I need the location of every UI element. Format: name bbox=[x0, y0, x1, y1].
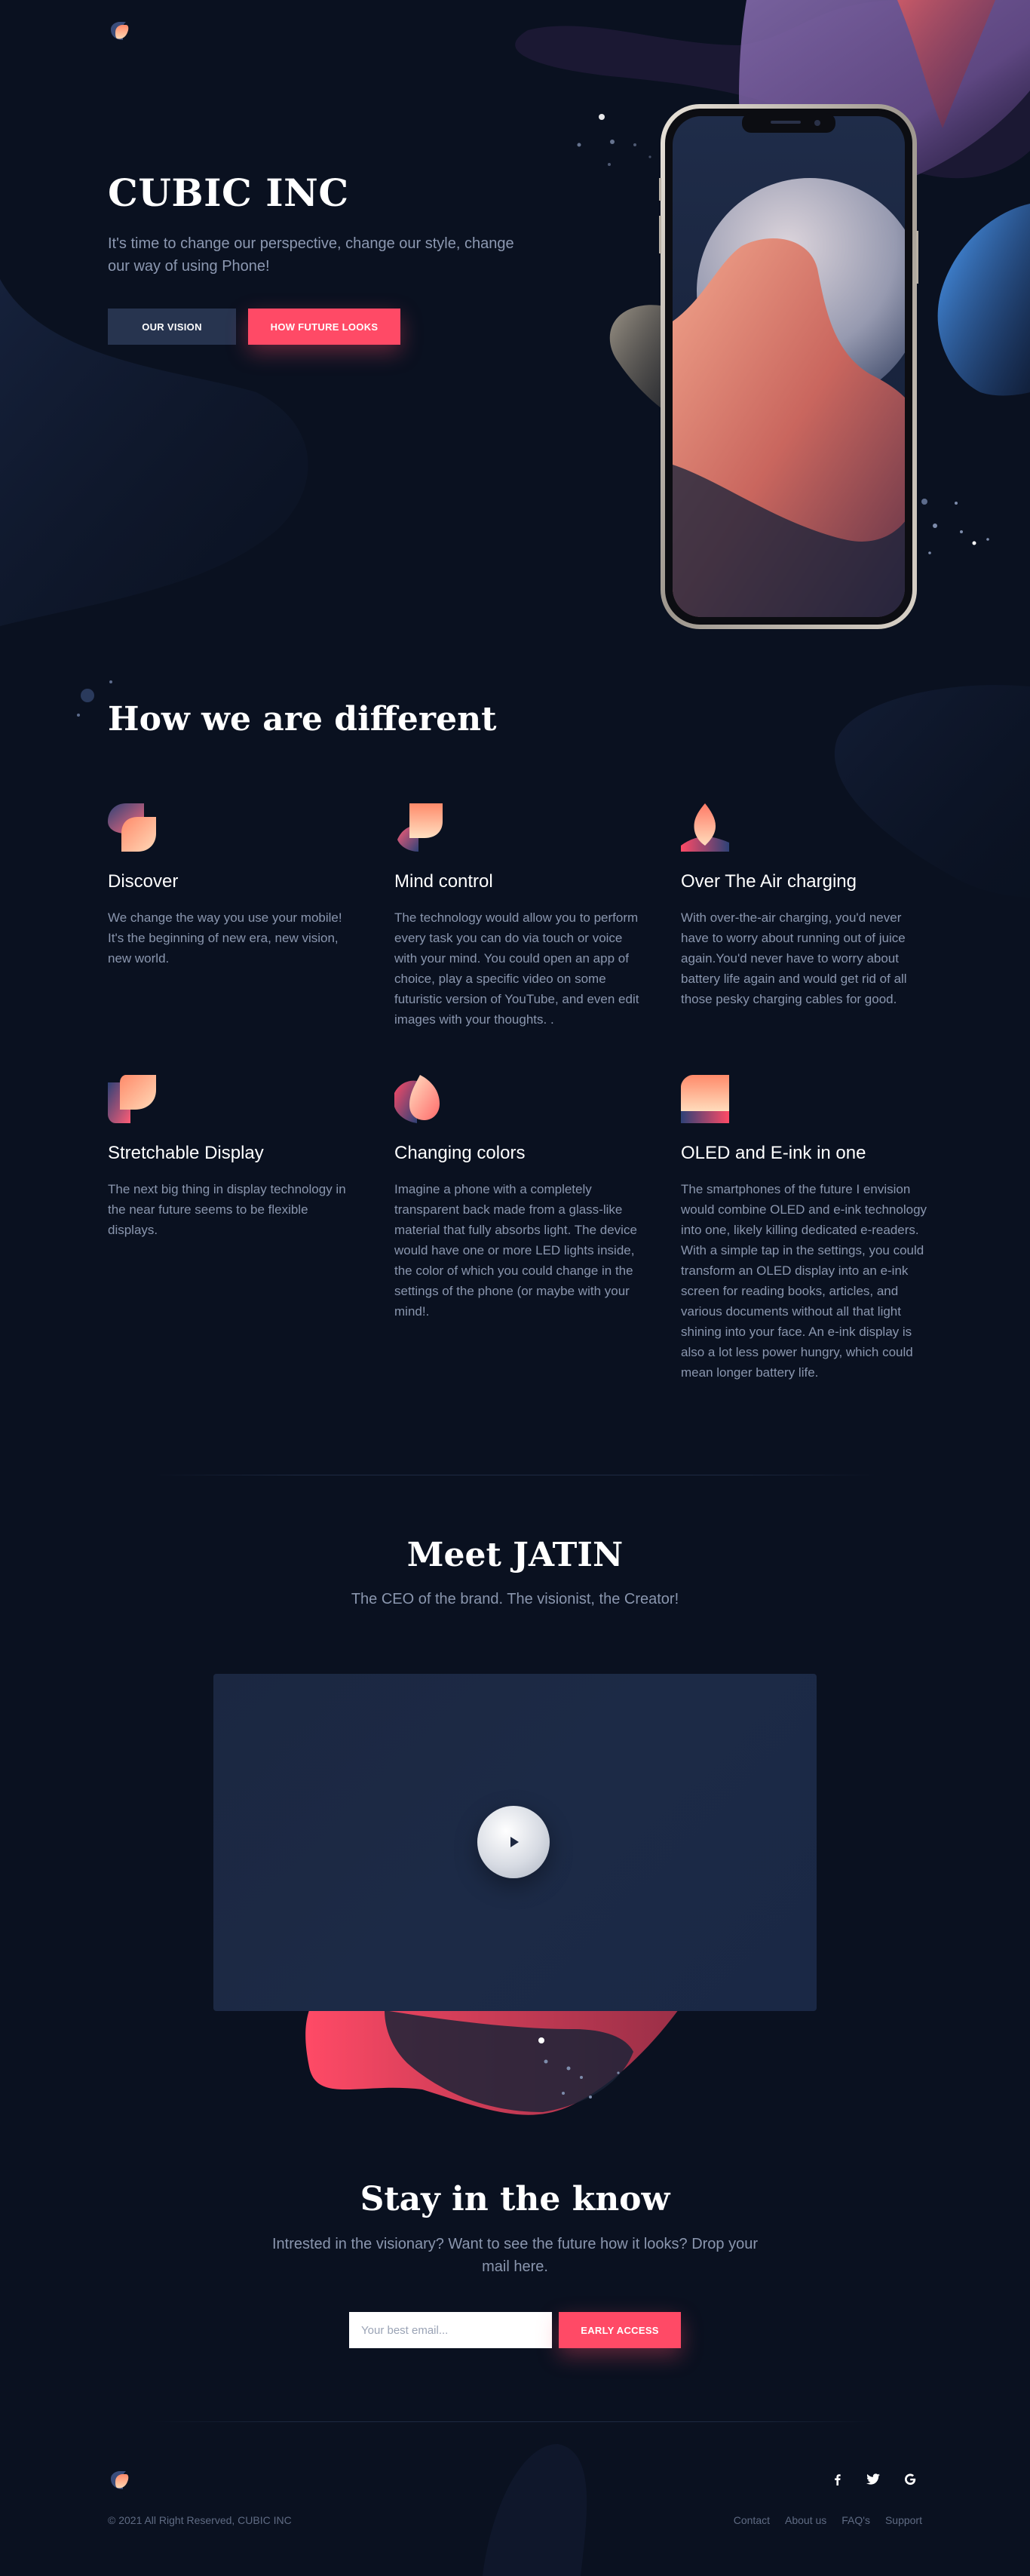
feature-air-charging: Over The Air charging With over-the-air … bbox=[681, 803, 930, 1009]
facebook-icon[interactable] bbox=[829, 2470, 847, 2488]
meet-subtitle: The CEO of the brand. The visionist, the… bbox=[351, 1591, 679, 1607]
footer-link-faqs[interactable]: FAQ's bbox=[841, 2514, 870, 2526]
cubic-logo-icon[interactable] bbox=[108, 19, 132, 43]
feature-oled-eink: OLED and E-ink in one The smartphones of… bbox=[681, 1075, 930, 1383]
changing-colors-icon bbox=[394, 1075, 440, 1123]
play-icon bbox=[510, 1837, 519, 1847]
feature-stretchable-display: Stretchable Display The next big thing i… bbox=[108, 1075, 357, 1240]
footer-link-support[interactable]: Support bbox=[885, 2514, 922, 2526]
stay-title: Stay in the know bbox=[360, 2180, 670, 2218]
footer-logo-icon[interactable] bbox=[108, 2468, 132, 2492]
feature-text: Imagine a phone with a completely transp… bbox=[394, 1182, 637, 1319]
feature-mind-control: Mind control The technology would allow … bbox=[394, 803, 643, 1030]
phone-illustration bbox=[659, 104, 918, 629]
feature-text: With over-the-air charging, you'd never … bbox=[681, 910, 907, 1006]
play-button[interactable] bbox=[477, 1806, 550, 1878]
google-icon[interactable] bbox=[901, 2470, 919, 2488]
twitter-icon[interactable] bbox=[864, 2470, 882, 2488]
how-future-looks-button[interactable]: HOW FUTURE LOOKS bbox=[248, 309, 400, 345]
hero-text: It's time to change our perspective, cha… bbox=[108, 235, 514, 275]
feature-title: Stretchable Display bbox=[108, 1143, 264, 1163]
meet-title: Meet JATIN bbox=[406, 1536, 624, 1574]
feature-title: Over The Air charging bbox=[681, 871, 857, 892]
feature-text: The next big thing in display technology… bbox=[108, 1182, 346, 1237]
charging-icon bbox=[681, 803, 729, 852]
feature-title: Discover bbox=[108, 871, 179, 892]
copyright-text: © 2021 All Right Reserved, CUBIC INC bbox=[108, 2514, 292, 2526]
feature-title: Changing colors bbox=[394, 1143, 526, 1163]
feature-text: The smartphones of the future I envision… bbox=[681, 1182, 927, 1380]
discover-icon bbox=[108, 803, 156, 852]
how-different-title: How we are different bbox=[108, 700, 497, 738]
footer-link-contact[interactable]: Contact bbox=[734, 2514, 770, 2526]
feature-changing-colors: Changing colors Imagine a phone with a c… bbox=[394, 1075, 643, 1322]
feature-discover: Discover We change the way you use your … bbox=[108, 803, 357, 969]
hero-title: CUBIC INC bbox=[108, 170, 349, 215]
our-vision-button[interactable]: OUR VISION bbox=[108, 309, 236, 345]
footer-divider bbox=[151, 2421, 879, 2422]
page: CUBIC INC It's time to change our perspe… bbox=[0, 0, 1030, 2576]
early-access-button[interactable]: EARLY ACCESS bbox=[559, 2312, 681, 2348]
footer-links: Contact About us FAQ's Support bbox=[734, 2514, 922, 2526]
stay-text: Intrested in the visionary? Want to see … bbox=[271, 2236, 759, 2275]
feature-text: The technology would allow you to perfor… bbox=[394, 910, 639, 1027]
stretchable-display-icon bbox=[108, 1075, 156, 1123]
oled-eink-icon bbox=[681, 1075, 729, 1123]
footer-link-about[interactable]: About us bbox=[785, 2514, 826, 2526]
email-input[interactable] bbox=[349, 2312, 552, 2348]
mind-control-icon bbox=[397, 803, 443, 852]
feature-text: We change the way you use your mobile! I… bbox=[108, 910, 342, 966]
feature-title: OLED and E-ink in one bbox=[681, 1143, 866, 1163]
feature-title: Mind control bbox=[394, 871, 493, 892]
